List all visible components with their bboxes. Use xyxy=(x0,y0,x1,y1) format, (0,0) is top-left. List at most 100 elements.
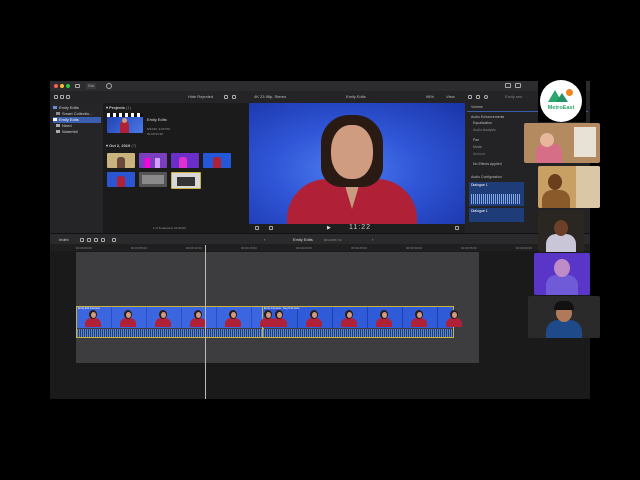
event-browser: ▾ Projects (1) Emily Edits 5/24/20, 9:06… xyxy=(103,103,249,233)
dialogue-2-channel[interactable]: Dialogue 1 xyxy=(469,208,524,222)
keyword-icon[interactable] xyxy=(106,83,112,89)
library-toggle-icon[interactable] xyxy=(75,84,80,88)
event-icon xyxy=(53,118,57,122)
logo-tile: MetroEast xyxy=(538,80,586,122)
clip-thumbnail-selected[interactable] xyxy=(171,172,201,189)
clip-thumbnail[interactable] xyxy=(139,153,167,168)
viewer-controls: ▶ 11:22 xyxy=(249,224,465,233)
video-frame[interactable] xyxy=(249,103,465,224)
close-window-button[interactable] xyxy=(54,84,58,88)
equalization-label[interactable]: Equalization xyxy=(473,121,492,125)
participant-video-4[interactable] xyxy=(534,253,590,295)
dialogue-1-channel[interactable]: Dialogue 1 xyxy=(469,182,524,206)
clip-thumbnail[interactable] xyxy=(107,153,135,168)
waveform xyxy=(471,194,521,204)
pan-amount-label: Amount xyxy=(473,152,486,156)
clip-thumbnail[interactable] xyxy=(171,153,199,168)
clip-emily-edit-interview[interactable]: Emily Edit Interview xyxy=(76,306,264,338)
ruler-tick-label: 00:00:20:00 xyxy=(296,245,312,250)
sun-icon xyxy=(566,89,573,96)
connect-clip-icon[interactable] xyxy=(80,238,84,242)
ruler-tick-label: 00:00:35:00 xyxy=(461,245,477,250)
audio-waveform xyxy=(77,329,263,337)
photos-icon[interactable] xyxy=(60,95,64,99)
effects-icon[interactable] xyxy=(269,226,273,230)
transform-icon[interactable] xyxy=(255,226,259,230)
event-icon xyxy=(56,130,60,134)
library-icon xyxy=(53,106,57,110)
timeline-project-name: Emily Edits xyxy=(293,237,313,242)
title-bar: Gra xyxy=(50,81,590,91)
info-icon[interactable] xyxy=(484,95,488,99)
ruler-tick-label: 00:00:05:00 xyxy=(131,245,147,250)
sidebar-item-waterfall[interactable]: Waterfall xyxy=(56,129,104,135)
projects-header[interactable]: ▾ Projects (1) xyxy=(106,105,131,110)
clip-thumbnail[interactable] xyxy=(203,153,231,168)
zoom-window-button[interactable] xyxy=(66,84,70,88)
view-menu[interactable]: View xyxy=(446,94,455,99)
search-icon[interactable] xyxy=(232,95,236,99)
pan-mode-label[interactable]: Mode xyxy=(473,145,482,149)
ruler-tick-label: 00:00:15:00 xyxy=(241,245,257,250)
filmstrip xyxy=(77,307,263,328)
timeline: Emily Edit Interview Emily Interview - S… xyxy=(50,245,590,399)
zoom-menu[interactable]: 98% xyxy=(426,94,434,99)
project-thumbnail[interactable] xyxy=(107,113,143,133)
clip-thumbnail[interactable] xyxy=(139,172,167,187)
participant-video-5[interactable] xyxy=(528,296,600,338)
clip-thumbnail[interactable] xyxy=(107,172,135,187)
interviewee-face xyxy=(331,125,373,179)
background-tasks-icon[interactable] xyxy=(515,83,521,88)
inspector-title: Emily ses xyxy=(505,94,523,99)
clip-appearance-icon[interactable] xyxy=(224,95,228,99)
share-icon[interactable] xyxy=(505,83,511,88)
participant-video-1[interactable] xyxy=(524,123,600,163)
select-tool-icon[interactable] xyxy=(112,238,116,242)
overwrite-clip-icon[interactable] xyxy=(101,238,105,242)
project-duration: 00:00:54:18 xyxy=(147,132,163,136)
format-label: 4K 23.98p, Stereo xyxy=(254,94,287,99)
participant-video-2[interactable] xyxy=(538,166,600,208)
playhead[interactable] xyxy=(205,245,206,399)
volume-label: Volume xyxy=(471,105,483,109)
audio-configuration-header: Audio Configuration xyxy=(471,175,502,179)
import-button[interactable]: Gra xyxy=(86,83,96,89)
video-call-gallery: MetroEast xyxy=(524,80,600,340)
back-arrow-icon[interactable]: ‹ xyxy=(264,237,265,242)
viewer: ▶ 11:22 xyxy=(249,103,465,233)
index-button[interactable]: Index xyxy=(59,237,69,242)
timecode-display[interactable]: 11:22 xyxy=(349,224,371,231)
append-clip-icon[interactable] xyxy=(94,238,98,242)
timeline-duration: 00:14:08 / 14 xyxy=(324,237,342,242)
primary-storyline-area: Emily Edit Interview Emily Interview - S… xyxy=(76,252,479,363)
filmstrip xyxy=(263,307,453,328)
ruler-tick-label: 00:00:30:00 xyxy=(406,245,422,250)
audio-waveform xyxy=(263,329,453,337)
audio-icon[interactable] xyxy=(476,95,480,99)
clip-emily-interview-seg[interactable]: Emily Interview - Seg Trail wider xyxy=(262,306,454,338)
participant-video-3[interactable] xyxy=(538,210,584,252)
fullscreen-icon[interactable] xyxy=(455,226,459,230)
audio-analysis-label: Audio Analysis xyxy=(473,128,496,132)
hide-rejected-filter[interactable]: Hide Rejected xyxy=(188,94,213,99)
titles-icon[interactable] xyxy=(66,95,70,99)
play-button[interactable]: ▶ xyxy=(327,225,331,231)
ruler-tick-label: 00:00:25:00 xyxy=(351,245,367,250)
inspector-icon[interactable] xyxy=(468,95,472,99)
folder-icon xyxy=(56,112,60,116)
library-sidebar: Emily Edits Smart Collectio... Emily Edi… xyxy=(50,103,103,233)
minimize-window-button[interactable] xyxy=(60,84,64,88)
date-group-header[interactable]: ▾ Oct 2, 2019 (7) xyxy=(106,143,136,148)
fcp-window: Gra Hide Rejected 4K 23.98p, Stereo Emil… xyxy=(50,81,590,399)
ruler-tick-label: 00:00:00:00 xyxy=(76,245,92,250)
audio-enhancements-header[interactable]: Audio Enhancements xyxy=(471,115,504,119)
event-icon xyxy=(56,124,60,128)
viewer-title: Emily Edits xyxy=(346,94,366,99)
selection-status: 1 of 8 selected, 01:00:00 xyxy=(153,226,186,230)
project-date: 5/24/20, 9:06 PM xyxy=(147,127,170,131)
ruler-tick-label: 00:00:10:00 xyxy=(186,245,202,250)
forward-arrow-icon[interactable]: › xyxy=(372,237,373,242)
libraries-icon[interactable] xyxy=(54,95,58,99)
effects-label: No Effects Applied xyxy=(473,162,502,166)
insert-clip-icon[interactable] xyxy=(87,238,91,242)
